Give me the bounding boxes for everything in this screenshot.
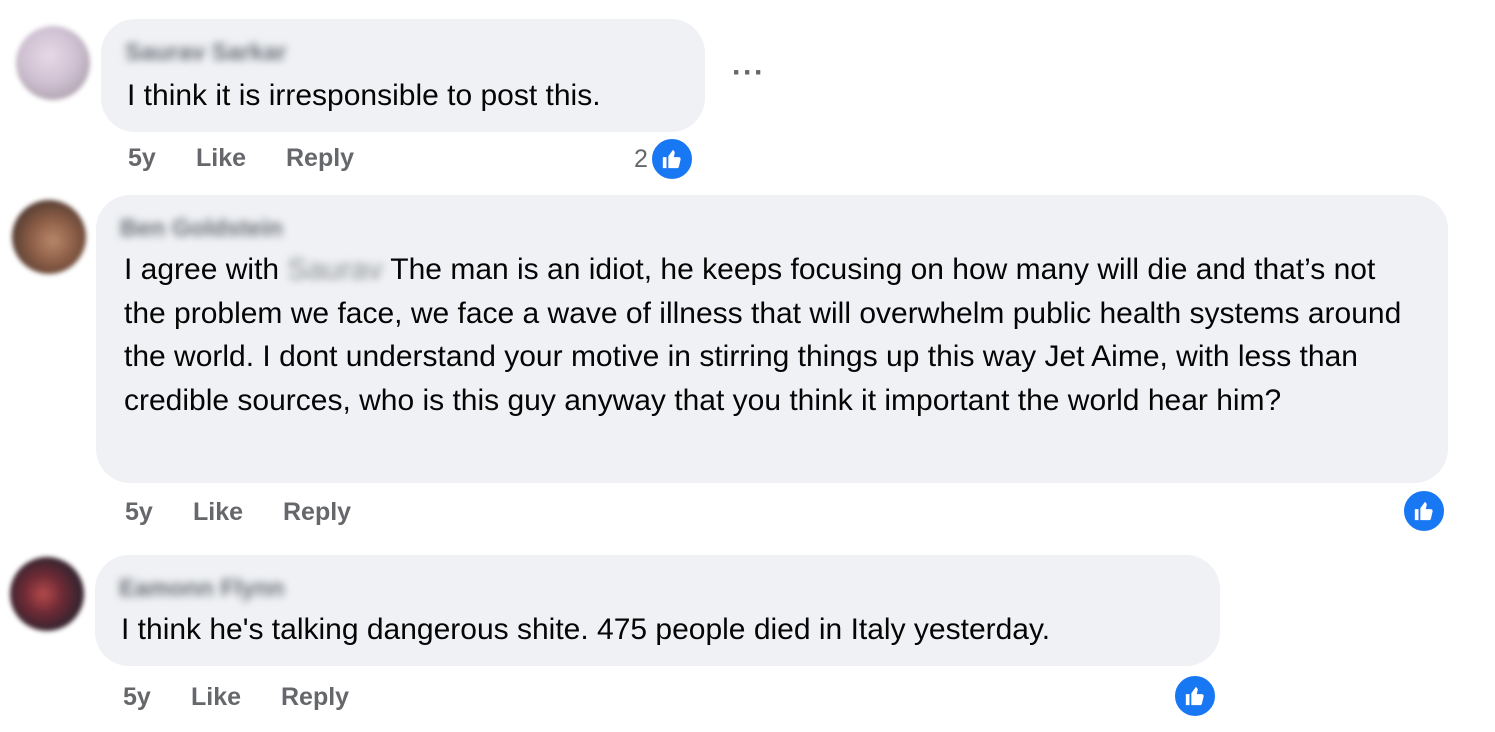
like-reaction-icon bbox=[649, 137, 694, 181]
reaction-count: 2 bbox=[634, 144, 648, 173]
comment-text: I think he's talking dangerous shite. 47… bbox=[121, 613, 1051, 646]
comment-bubble: Ben Goldstein I agree with Saurav The ma… bbox=[96, 195, 1448, 483]
comment-bubble: Saurav Sarkar I think it is irresponsibl… bbox=[101, 19, 705, 132]
comment-author[interactable]: Ben Goldstein bbox=[120, 215, 283, 243]
like-button[interactable]: Like bbox=[196, 144, 246, 173]
reply-button[interactable]: Reply bbox=[286, 144, 354, 173]
more-options-icon[interactable]: ··· bbox=[732, 56, 765, 90]
like-reaction-icon bbox=[1402, 489, 1446, 533]
comment-timestamp[interactable]: 5y bbox=[123, 683, 151, 712]
reply-button[interactable]: Reply bbox=[283, 498, 351, 527]
like-reaction-icon bbox=[1173, 674, 1217, 718]
comment-bubble: Eamonn Flynn I think he's talking danger… bbox=[95, 555, 1220, 666]
reaction-summary[interactable] bbox=[1402, 489, 1446, 533]
avatar[interactable] bbox=[12, 200, 86, 274]
comment-text: I agree with Saurav The man is an idiot,… bbox=[124, 248, 1419, 422]
reaction-summary[interactable]: 2 bbox=[634, 137, 694, 181]
like-button[interactable]: Like bbox=[193, 498, 243, 527]
comment-timestamp[interactable]: 5y bbox=[125, 498, 153, 527]
reply-button[interactable]: Reply bbox=[281, 683, 349, 712]
avatar[interactable] bbox=[16, 26, 90, 100]
like-button[interactable]: Like bbox=[191, 683, 241, 712]
avatar[interactable] bbox=[10, 557, 84, 631]
mention-link[interactable]: Saurav bbox=[287, 248, 382, 292]
comment-author[interactable]: Saurav Sarkar bbox=[125, 39, 286, 67]
comment-text: I think it is irresponsible to post this… bbox=[127, 79, 601, 112]
comment-text-prefix: I agree with bbox=[124, 253, 280, 286]
comment-timestamp[interactable]: 5y bbox=[128, 144, 156, 173]
comment-author[interactable]: Eamonn Flynn bbox=[119, 575, 284, 603]
reaction-summary[interactable] bbox=[1173, 674, 1217, 718]
